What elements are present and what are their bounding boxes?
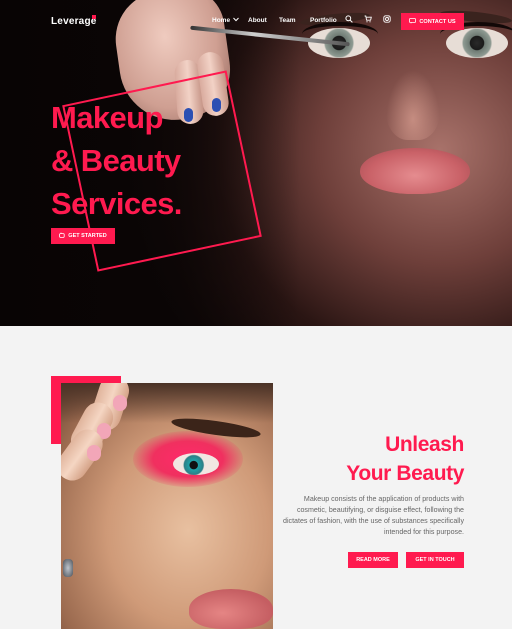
photo-fingers	[61, 383, 141, 487]
photo-eye	[173, 453, 219, 475]
top-navigation: Leverage Home About Team Portfolio CONTA…	[0, 0, 512, 44]
chevron-down-icon	[233, 17, 239, 24]
hero-headline-line: & Beauty	[51, 143, 181, 178]
logo-accent-dot	[92, 15, 96, 19]
hero-section: Leverage Home About Team Portfolio CONTA…	[0, 0, 512, 326]
site-logo[interactable]: Leverage	[51, 16, 97, 27]
hero-face-nose	[386, 70, 440, 140]
hero-headline-line: Services.	[51, 186, 182, 221]
search-icon[interactable]	[344, 15, 353, 24]
about-title-line: Your Beauty	[346, 462, 464, 485]
nav-item-about[interactable]: About	[248, 17, 267, 24]
get-started-label: GET STARTED	[68, 233, 107, 239]
photo-nail	[87, 445, 101, 461]
photo-lips	[189, 589, 273, 629]
nav-item-label: Home	[212, 17, 231, 24]
beauty-model-photo	[61, 383, 273, 629]
hero-headline-line: Makeup	[51, 100, 163, 135]
get-in-touch-button[interactable]: GET IN TOUCH	[406, 552, 464, 568]
get-started-button[interactable]: GET STARTED	[51, 228, 115, 244]
nav-item-team[interactable]: Team	[279, 17, 296, 24]
hand-pointer-icon	[59, 232, 65, 240]
photo-nail	[113, 395, 127, 411]
contact-us-label: CONTACT US	[419, 18, 456, 25]
hero-headline: Makeup & Beauty Services.	[51, 96, 251, 225]
about-description: Makeup consists of the application of pr…	[283, 495, 464, 536]
about-title: Unleash Your Beauty	[264, 430, 464, 488]
cart-icon[interactable]	[363, 15, 372, 24]
read-more-button[interactable]: READ MORE	[348, 552, 398, 568]
nav-item-portfolio[interactable]: Portfolio	[310, 17, 337, 24]
chat-icon	[409, 17, 417, 26]
about-title-line: Unleash	[385, 433, 464, 456]
nav-item-home[interactable]: Home	[212, 17, 239, 24]
hero-face-lips	[360, 148, 470, 194]
photo-earring	[63, 559, 73, 577]
contact-us-button[interactable]: CONTACT US	[401, 13, 464, 30]
instagram-icon[interactable]	[382, 15, 391, 24]
